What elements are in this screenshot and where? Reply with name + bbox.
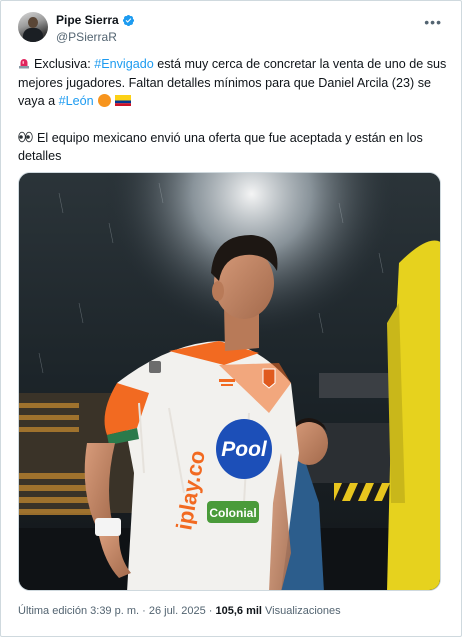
views-label: Visualizaciones: [261, 605, 341, 617]
colombia-flag-icon: [114, 95, 131, 106]
tweet-prefix: Exclusiva:: [34, 57, 95, 71]
verified-badge-icon: [122, 14, 134, 26]
siren-emoji-icon: [19, 59, 29, 69]
tweet-photo[interactable]: Pool iplay.co Colonial: [18, 172, 441, 591]
hashtag-envigado[interactable]: #Envigado: [94, 57, 154, 71]
tweet-card[interactable]: Pipe Sierra @PSierraR ••• Exclusiva: #En…: [0, 0, 462, 637]
tweet-text: Exclusiva: #Envigado está muy cerca de c…: [18, 55, 448, 184]
author-names: Pipe Sierra @PSierraR: [56, 13, 135, 44]
tweet-header: Pipe Sierra @PSierraR •••: [18, 12, 446, 46]
tweet-footer: Última edición 3:39 p. m. · 26 jul. 2025…: [18, 605, 341, 617]
avatar[interactable]: [18, 12, 48, 42]
sponsor-colonial: Colonial: [209, 506, 256, 520]
eyes-emoji-icon: [18, 131, 33, 142]
sponsor-pool: Pool: [221, 438, 268, 461]
photo-player-walkout: Pool iplay.co Colonial: [19, 173, 440, 590]
more-options-icon[interactable]: •••: [424, 14, 442, 30]
author-handle[interactable]: @PSierraR: [56, 30, 135, 44]
hashtag-leon[interactable]: #León: [59, 94, 94, 108]
tweet-paragraph-2: El equipo mexicano envió una oferta que …: [18, 129, 448, 166]
orange-circle-icon: [97, 94, 111, 107]
edited-timestamp[interactable]: Última edición 3:39 p. m. · 26 jul. 2025…: [18, 605, 215, 617]
views-count: 105,6 mil: [215, 605, 262, 617]
tweet-second-sentence: El equipo mexicano envió una oferta que …: [18, 130, 423, 164]
author-display-name[interactable]: Pipe Sierra: [56, 13, 119, 27]
tweet-paragraph-1: Exclusiva: #Envigado está muy cerca de c…: [18, 55, 448, 111]
